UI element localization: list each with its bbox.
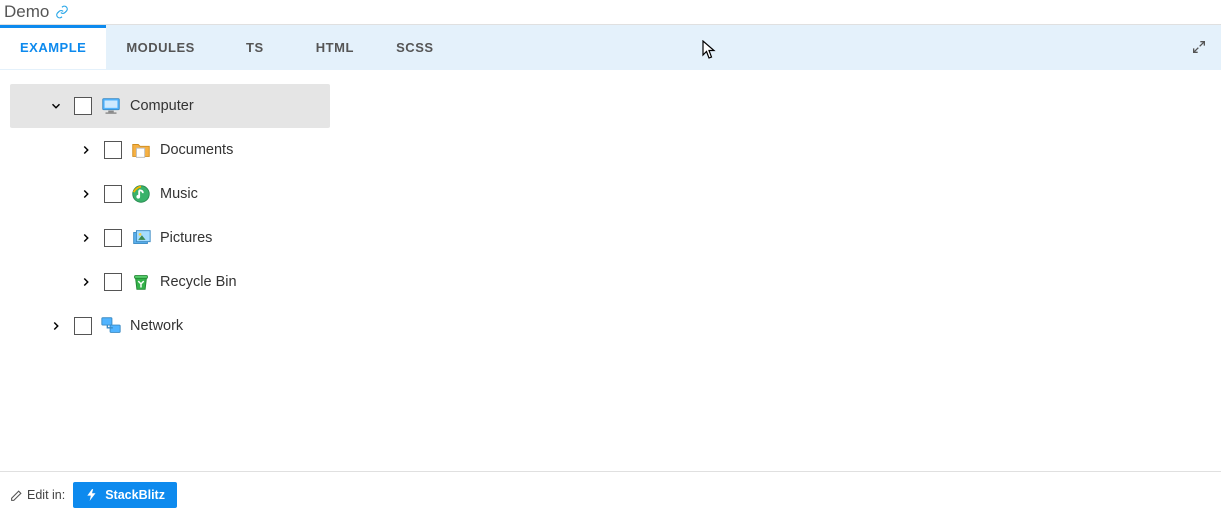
stackblitz-label: StackBlitz (105, 488, 165, 502)
edit-in-label: Edit in: (10, 488, 65, 502)
pictures-icon (130, 227, 152, 249)
tree-node-network[interactable]: Network (10, 304, 330, 348)
network-icon (100, 315, 122, 337)
checkbox[interactable] (104, 273, 122, 291)
checkbox[interactable] (104, 229, 122, 247)
chevron-right-icon[interactable] (46, 316, 66, 336)
link-icon[interactable] (55, 5, 69, 19)
chevron-right-icon[interactable] (76, 228, 96, 248)
checkbox[interactable] (74, 97, 92, 115)
tabs-bar: EXAMPLE MODULES TS HTML SCSS (0, 25, 1221, 70)
tree-node-label: Computer (130, 98, 194, 114)
tab-label: TS (246, 40, 264, 55)
checkbox[interactable] (74, 317, 92, 335)
music-icon (130, 183, 152, 205)
tab-html[interactable]: HTML (295, 25, 375, 69)
stackblitz-button[interactable]: StackBlitz (73, 482, 177, 508)
chevron-right-icon[interactable] (76, 272, 96, 292)
tree-node-label: Pictures (160, 230, 212, 246)
tab-scss[interactable]: SCSS (375, 25, 455, 69)
tab-label: EXAMPLE (20, 40, 86, 55)
chevron-down-icon[interactable] (46, 96, 66, 116)
tab-ts[interactable]: TS (215, 25, 295, 69)
computer-icon (100, 95, 122, 117)
example-panel: Computer Documents Music (0, 70, 1221, 362)
tree-node-pictures[interactable]: Pictures (10, 216, 330, 260)
tree-node-label: Network (130, 318, 183, 334)
tree-view: Computer Documents Music (10, 84, 330, 348)
edit-in-text: Edit in: (27, 488, 65, 502)
recyclebin-icon (130, 271, 152, 293)
stackblitz-icon (85, 488, 99, 502)
folder-icon (130, 139, 152, 161)
tree-node-recycle-bin[interactable]: Recycle Bin (10, 260, 330, 304)
tab-label: HTML (316, 40, 354, 55)
page-title: Demo (4, 2, 49, 22)
checkbox[interactable] (104, 141, 122, 159)
checkbox[interactable] (104, 185, 122, 203)
page-header: Demo (0, 0, 1221, 25)
tree-node-label: Documents (160, 142, 233, 158)
tab-label: MODULES (126, 40, 195, 55)
tree-node-label: Recycle Bin (160, 274, 237, 290)
tab-modules[interactable]: MODULES (106, 25, 215, 69)
tree-node-computer[interactable]: Computer (10, 84, 330, 128)
footer-bar: Edit in: StackBlitz (0, 471, 1221, 508)
expand-icon[interactable] (1177, 25, 1221, 69)
tree-node-music[interactable]: Music (10, 172, 330, 216)
tab-label: SCSS (396, 40, 433, 55)
tab-example[interactable]: EXAMPLE (0, 25, 106, 69)
chevron-right-icon[interactable] (76, 140, 96, 160)
tree-node-documents[interactable]: Documents (10, 128, 330, 172)
tree-node-label: Music (160, 186, 198, 202)
chevron-right-icon[interactable] (76, 184, 96, 204)
